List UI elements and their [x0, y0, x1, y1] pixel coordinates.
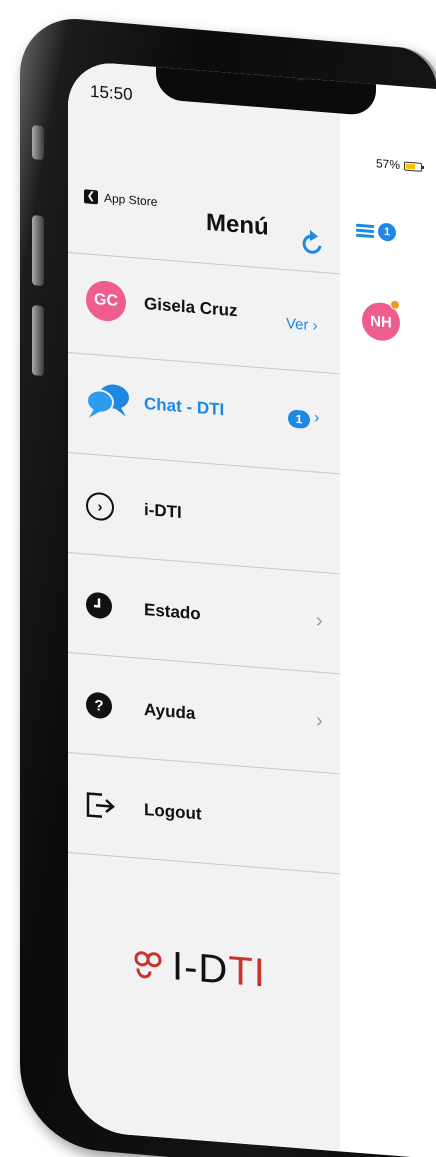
logout-label: Logout [144, 799, 202, 824]
chat-bubbles-icon [86, 384, 129, 418]
menu-badge: 1 [378, 222, 396, 242]
refresh-icon[interactable] [302, 228, 326, 258]
volume-down-button [32, 305, 44, 377]
phone-screen: 15:50 57% ❮ App Store Menú GC Gisela Cru… [68, 60, 436, 1157]
page-title: Menú [206, 208, 269, 241]
unread-badge: 1 [288, 409, 310, 430]
infinity-logo-icon [134, 950, 162, 978]
mute-switch [32, 125, 44, 161]
back-chevron-icon: ❮ [84, 189, 98, 205]
clock-icon [86, 592, 112, 619]
online-indicator [390, 299, 400, 311]
open-menu-button[interactable]: 1 [356, 221, 396, 242]
avatar: GC [86, 279, 126, 323]
view-profile-link[interactable]: Ver › [286, 315, 318, 334]
status-battery: 57% [376, 156, 422, 174]
volume-up-button [32, 215, 44, 287]
device-stage: 15:50 57% ❮ App Store Menú GC Gisela Cru… [0, 0, 436, 1157]
battery-percent: 57% [375, 156, 400, 173]
profile-name: Gisela Cruz [144, 293, 238, 321]
idti-label: i-DTI [144, 499, 182, 522]
help-icon: ? [86, 691, 112, 720]
chevron-right-icon: › [314, 409, 320, 427]
chevron-right-icon: › [316, 609, 323, 633]
status-time: 15:50 [90, 81, 133, 105]
battery-icon [404, 160, 422, 172]
estado-label: Estado [144, 599, 201, 624]
circle-chevron-icon: › [86, 491, 114, 522]
logo-text: I-DTI [172, 944, 266, 996]
logout-icon [86, 792, 115, 818]
chevron-right-icon: › [316, 709, 323, 733]
hamburger-icon [356, 221, 374, 239]
ayuda-label: Ayuda [144, 699, 196, 724]
chat-label: Chat - DTI [144, 393, 225, 420]
